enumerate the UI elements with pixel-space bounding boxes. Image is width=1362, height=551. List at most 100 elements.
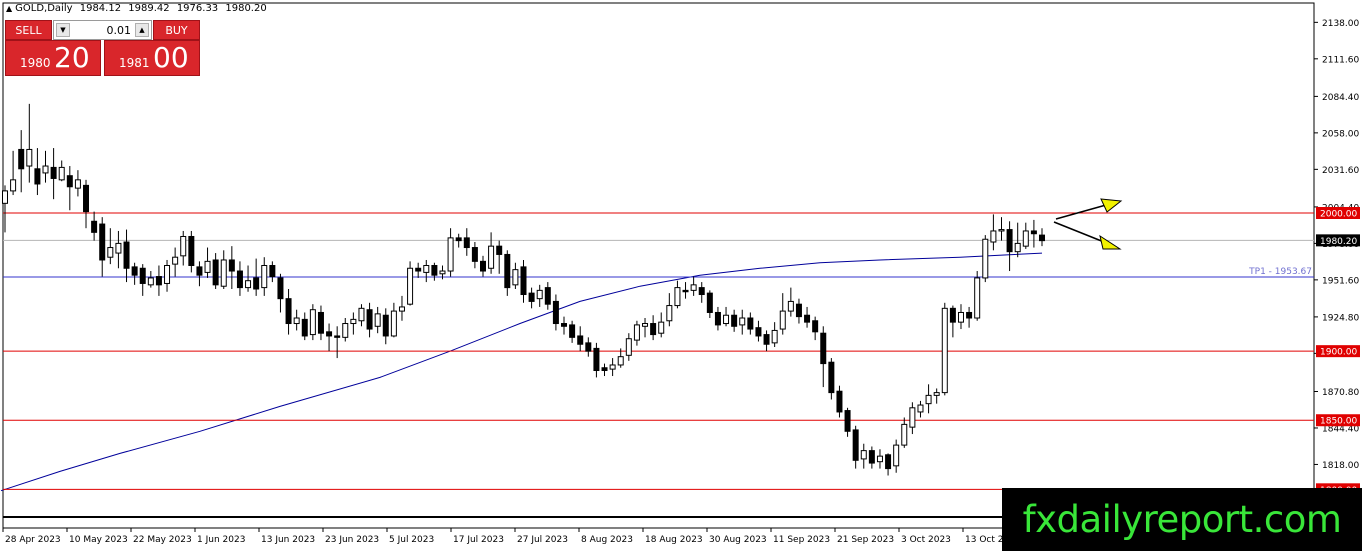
candle-body: [868, 450, 875, 464]
x-tick-label: 21 Sep 2023: [837, 535, 894, 545]
open-price: 1984.12: [79, 3, 122, 14]
candle-body: [536, 289, 543, 300]
y-tick-label: 1924.80: [1322, 313, 1359, 323]
candle-body: [998, 229, 1005, 232]
symbol-label: GOLD,Daily: [15, 3, 73, 14]
high-price: 1989.42: [128, 3, 170, 14]
candle-body: [795, 303, 802, 318]
candle-body: [925, 394, 932, 405]
x-tick-label: 13 Jun 2023: [261, 535, 315, 545]
candle-body: [107, 247, 114, 258]
candle-body: [739, 317, 746, 326]
candle-body: [496, 245, 503, 255]
candle-body: [204, 260, 211, 273]
candle-body: [512, 269, 519, 286]
y-tick-label: 2084.40: [1322, 93, 1359, 103]
candle-body: [342, 323, 349, 338]
buy-quote-prefix: 1981: [119, 56, 150, 70]
candle-body: [609, 364, 616, 370]
close-price: 1980.20: [225, 3, 267, 14]
candle-body: [1014, 242, 1021, 253]
y-tick-label: 2111.60: [1322, 55, 1359, 65]
lot-dropdown-icon[interactable]: ▼: [56, 23, 70, 37]
lot-size-value[interactable]: 0.01: [107, 24, 132, 37]
candle-body: [860, 450, 867, 460]
x-tick-label: 28 Apr 2023: [5, 535, 61, 545]
candle-body: [909, 407, 916, 428]
y-tick-label: 2031.60: [1322, 166, 1359, 176]
candle-body: [455, 237, 462, 242]
candle-body: [58, 166, 65, 181]
candle-body: [706, 292, 713, 313]
candle-body: [350, 318, 357, 325]
candle-body: [66, 175, 73, 188]
candle-body: [982, 238, 989, 279]
candle-body: [326, 331, 333, 337]
candle-body: [382, 314, 389, 337]
x-tick-label: 18 Aug 2023: [645, 535, 703, 545]
candle-body: [569, 324, 576, 338]
buy-quote-pips: 00: [153, 41, 189, 74]
candle-body: [957, 311, 964, 323]
sell-button[interactable]: SELL: [5, 20, 52, 40]
candle-body: [828, 361, 835, 394]
y-tick-label: 1870.80: [1322, 388, 1359, 398]
candle-body: [366, 309, 373, 330]
buy-button[interactable]: BUY: [153, 20, 200, 40]
candle-body: [293, 317, 300, 325]
level-label: 2000.00: [1320, 210, 1357, 220]
x-tick-label: 11 Sep 2023: [773, 535, 830, 545]
candle-body: [990, 230, 997, 243]
candle-body: [949, 307, 956, 323]
candle-body: [1039, 234, 1045, 242]
collapse-triangle-icon[interactable]: ▲: [6, 4, 12, 13]
candle-body: [893, 444, 900, 467]
price-chart[interactable]: 2138.002111.602084.402058.002031.602004.…: [0, 0, 1362, 551]
candle-body: [933, 392, 940, 396]
x-tick-label: 3 Oct 2023: [901, 535, 951, 545]
tp-line-label: TP1 - 1953.67: [1248, 267, 1312, 277]
candle-body: [431, 265, 438, 276]
candle-body: [2, 190, 8, 204]
candle-body: [601, 367, 608, 372]
candle-body: [690, 284, 697, 291]
lot-size-field[interactable]: ▼ 0.01 ▲: [53, 20, 152, 40]
sell-quote[interactable]: 1980 20: [5, 40, 101, 76]
candle-body: [212, 259, 219, 286]
candle-body: [164, 265, 171, 284]
candle-body: [804, 314, 811, 323]
candle-body: [172, 256, 179, 265]
candle-body: [674, 287, 681, 307]
x-tick-label: 22 May 2023: [133, 535, 192, 545]
candle-body: [488, 245, 495, 269]
level-label: 1900.00: [1320, 348, 1357, 358]
candle-body: [1030, 230, 1037, 235]
candle-body: [220, 259, 227, 287]
candle-body: [123, 241, 130, 269]
candle-body: [852, 429, 859, 461]
sell-quote-pips: 20: [54, 41, 90, 74]
lot-stepper-up-icon[interactable]: ▲: [135, 23, 149, 37]
candle-body: [236, 270, 243, 289]
candle-body: [552, 300, 559, 325]
candle-body: [34, 168, 41, 185]
candle-body: [471, 247, 478, 262]
x-tick-label: 5 Jul 2023: [389, 535, 434, 545]
candle-body: [147, 277, 154, 286]
candle-body: [228, 259, 235, 272]
candle-body: [714, 311, 721, 326]
candle-body: [593, 347, 600, 372]
buy-quote[interactable]: 1981 00: [104, 40, 200, 76]
candle-body: [901, 423, 908, 446]
candle-body: [1006, 229, 1013, 253]
x-tick-label: 1 Jun 2023: [197, 535, 245, 545]
candle-body: [18, 148, 25, 170]
candle-body: [731, 314, 738, 327]
candle-body: [755, 327, 762, 337]
candle-body: [836, 390, 843, 413]
watermark-logo: fxdailyreport.com: [1002, 488, 1362, 551]
x-tick-label: 10 May 2023: [69, 535, 128, 545]
candle-body: [358, 307, 365, 322]
candle-body: [544, 287, 551, 305]
candle-body: [196, 266, 203, 276]
